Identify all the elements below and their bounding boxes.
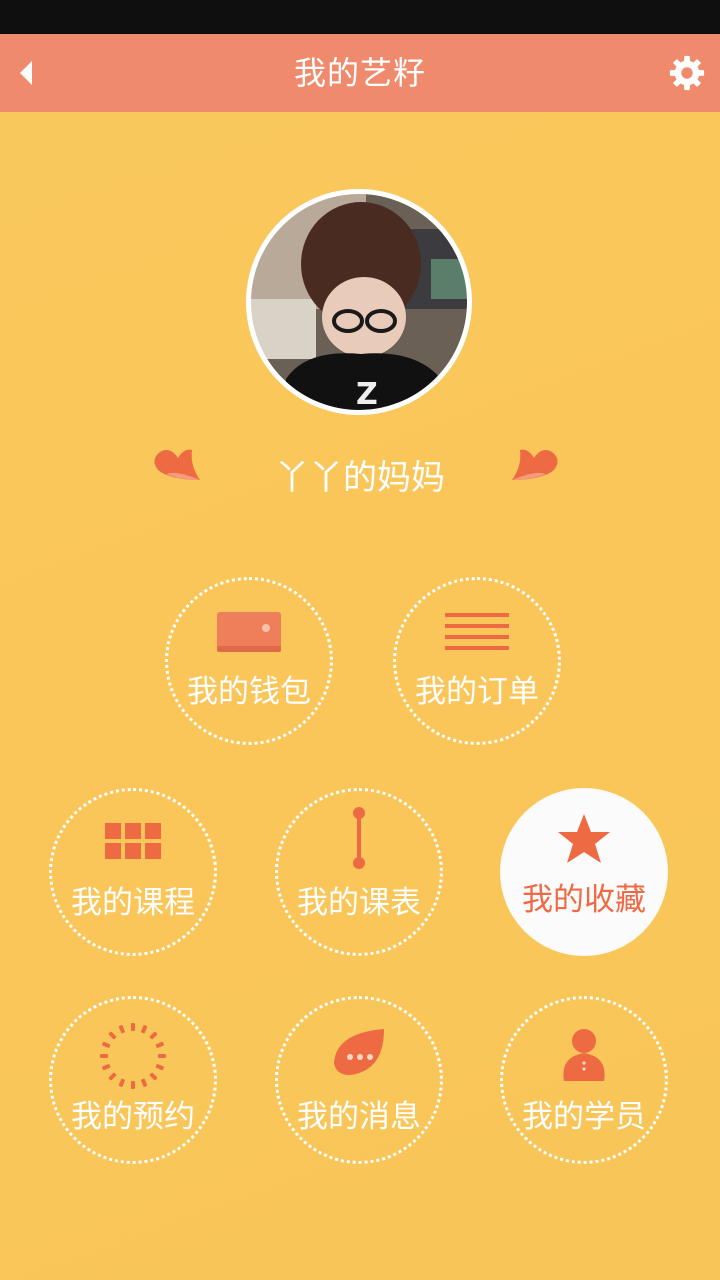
chat-bubble-icon bbox=[334, 1029, 384, 1075]
favorites-button[interactable]: 我的收藏 bbox=[500, 788, 668, 956]
appointments-label: 我的预约 bbox=[71, 1099, 195, 1135]
grid-icon bbox=[105, 823, 161, 859]
status-bar bbox=[0, 0, 720, 34]
courses-label: 我的课程 bbox=[71, 885, 195, 921]
username: 丫丫的妈妈 bbox=[275, 458, 445, 498]
orders-label: 我的订单 bbox=[415, 674, 539, 710]
schedule-button[interactable]: 我的课表 bbox=[275, 788, 443, 956]
orders-button[interactable]: 我的订单 bbox=[393, 577, 561, 745]
svg-text:Z: Z bbox=[356, 377, 378, 412]
wallet-label: 我的钱包 bbox=[187, 674, 311, 710]
list-icon bbox=[445, 613, 509, 650]
gear-icon[interactable] bbox=[668, 54, 706, 92]
schedule-label: 我的课表 bbox=[297, 885, 421, 921]
wallet-icon bbox=[217, 612, 281, 652]
sunburst-icon bbox=[100, 1023, 166, 1089]
messages-button[interactable]: 我的消息 bbox=[275, 996, 443, 1164]
heart-decoration-icon bbox=[512, 449, 558, 480]
username-row: 丫丫的妈妈 bbox=[0, 440, 720, 506]
timeline-icon bbox=[353, 807, 365, 869]
star-icon bbox=[558, 814, 610, 863]
messages-label: 我的消息 bbox=[297, 1099, 421, 1135]
appointments-button[interactable]: 我的预约 bbox=[49, 996, 217, 1164]
student-icon bbox=[563, 1029, 605, 1081]
page-title: 我的艺籽 bbox=[293, 54, 426, 92]
favorites-label: 我的收藏 bbox=[522, 882, 646, 918]
students-label: 我的学员 bbox=[522, 1099, 646, 1135]
avatar[interactable]: Z bbox=[246, 189, 472, 415]
header-bar: 我的艺籽 bbox=[0, 34, 720, 112]
students-button[interactable]: 我的学员 bbox=[500, 996, 668, 1164]
courses-button[interactable]: 我的课程 bbox=[49, 788, 217, 956]
wallet-button[interactable]: 我的钱包 bbox=[165, 577, 333, 745]
